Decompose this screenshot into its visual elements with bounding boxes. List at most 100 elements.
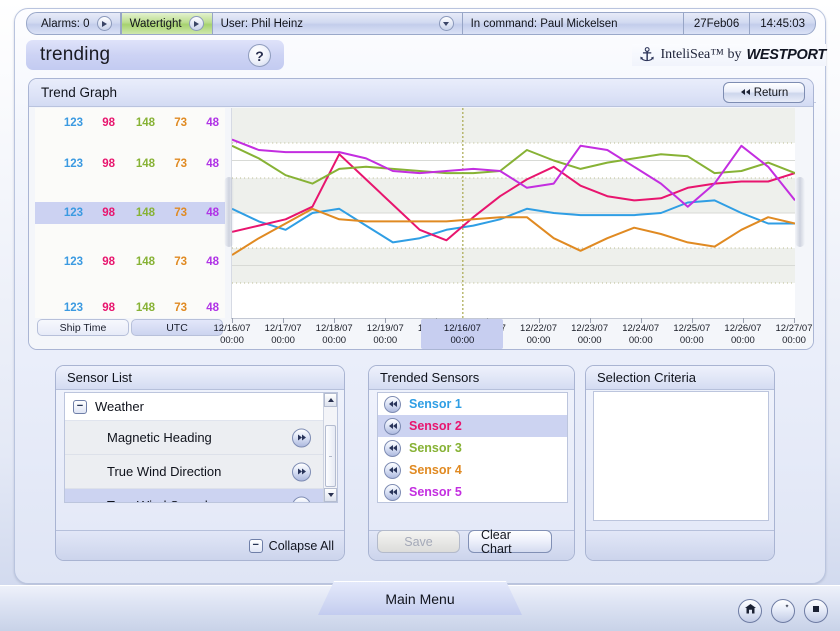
- return-button[interactable]: Return: [723, 82, 805, 103]
- value-sensor-4: 73: [174, 158, 187, 170]
- value-row: 123 98 148 73 48: [35, 112, 225, 134]
- value-sensor-5: 48: [206, 158, 219, 170]
- value-sensor-3: 148: [135, 117, 155, 129]
- value-sensor-3: 148: [135, 302, 155, 314]
- sensor-list-panel: Sensor List − Weather Magnetic Heading T…: [55, 365, 345, 561]
- value-sensor-3: 148: [135, 256, 155, 268]
- collapse-group-icon[interactable]: −: [73, 399, 87, 414]
- plot-area[interactable]: [231, 108, 795, 318]
- trended-sensor-label: Sensor 3: [409, 441, 462, 455]
- clear-chart-button[interactable]: Clear Chart: [468, 527, 552, 556]
- trended-sensors-panel: Trended Sensors Sensor 1 Sensor 2 Sensor…: [368, 365, 575, 561]
- status-bar: Alarms: 0 Watertight User: Phil Heinz In…: [26, 12, 816, 35]
- clear-chart-label: Clear Chart: [481, 527, 512, 556]
- save-button[interactable]: Save: [377, 530, 460, 553]
- selection-criteria-body[interactable]: [593, 391, 769, 521]
- selection-criteria-panel: Selection Criteria: [585, 365, 775, 561]
- value-sensor-3: 148: [135, 158, 155, 170]
- alarms-expand-icon[interactable]: [96, 16, 112, 31]
- collapse-all-icon[interactable]: −: [248, 538, 263, 553]
- stop-button[interactable]: [804, 599, 828, 623]
- add-sensor-icon[interactable]: [292, 428, 311, 447]
- add-sensor-icon[interactable]: [292, 496, 311, 502]
- chart-scroll-left[interactable]: [224, 177, 234, 247]
- watertight-label: Watertight: [129, 17, 182, 30]
- anchor-icon: ⚓: [638, 43, 656, 66]
- user-label: User: Phil Heinz: [220, 17, 304, 30]
- remove-sensor-icon[interactable]: [384, 461, 401, 479]
- value-sensor-5: 48: [206, 117, 219, 129]
- value-sensor-2: 98: [102, 256, 115, 268]
- value-sensor-1: 123: [63, 158, 83, 170]
- value-sensor-1: 123: [63, 256, 83, 268]
- main-menu-button[interactable]: Main Menu: [318, 581, 522, 615]
- add-sensor-icon[interactable]: [292, 462, 311, 481]
- home-icon: [744, 602, 757, 620]
- x-tick-label: 12/27/07 00:00: [775, 323, 813, 346]
- scrollbar-thumb[interactable]: [325, 425, 336, 487]
- trended-sensor-label: Sensor 2: [409, 419, 462, 433]
- remove-sensor-icon[interactable]: [384, 395, 401, 413]
- list-item[interactable]: Magnetic Heading: [65, 421, 337, 455]
- brand-logo: ⚓ InteliSea™ by WESTPORT: [632, 44, 826, 66]
- value-sensor-3: 148: [135, 207, 155, 219]
- sensor-group-label: Weather: [95, 399, 144, 414]
- chart-scroll-right[interactable]: [795, 177, 805, 247]
- home-button[interactable]: [738, 599, 762, 623]
- value-sensor-4: 73: [174, 207, 187, 219]
- ship-time-button[interactable]: Ship Time: [37, 319, 129, 336]
- help-label: ?: [255, 47, 264, 64]
- night-mode-icon: [776, 602, 790, 620]
- list-item[interactable]: Sensor 5: [378, 481, 567, 503]
- value-sensor-4: 73: [174, 256, 187, 268]
- scrollbar-grip: [329, 456, 332, 457]
- watertight-expand-icon[interactable]: [188, 16, 204, 31]
- brand-product-name: InteliSea™ by: [660, 47, 742, 62]
- selection-criteria-title: Selection Criteria: [597, 370, 696, 385]
- utc-label: UTC: [166, 321, 188, 334]
- value-sensor-5: 48: [206, 256, 219, 268]
- page-title-text: trending: [40, 44, 111, 65]
- trend-graph-header: Trend Graph Return: [29, 79, 813, 107]
- night-mode-button[interactable]: [771, 599, 795, 623]
- user-dropdown-icon[interactable]: [438, 16, 454, 31]
- list-item[interactable]: Sensor 3: [378, 437, 567, 459]
- status-date: 27Feb06: [684, 13, 751, 34]
- remove-sensor-icon[interactable]: [384, 417, 401, 435]
- scroll-down-icon[interactable]: [324, 488, 337, 502]
- stop-icon: [810, 602, 822, 620]
- list-item-selected[interactable]: Sensor 2: [378, 415, 567, 437]
- sensor-list-footer: − Collapse All: [56, 530, 344, 560]
- sensor-item-label: Magnetic Heading: [107, 430, 212, 445]
- x-axis-cursor-label[interactable]: 12/16/07 00:00: [421, 319, 504, 349]
- sensor-list-body: − Weather Magnetic Heading True Wind Dir…: [64, 392, 338, 503]
- list-item[interactable]: Sensor 1: [378, 393, 567, 415]
- help-button[interactable]: ?: [248, 44, 271, 67]
- footer-buttons: [738, 599, 828, 623]
- collapse-all-button[interactable]: − Collapse All: [248, 538, 334, 553]
- status-watertight[interactable]: Watertight: [120, 13, 213, 34]
- sensor-group-weather[interactable]: − Weather: [65, 393, 337, 421]
- trended-sensors-title: Trended Sensors: [380, 370, 480, 385]
- brand-company-name: WESTPORT: [746, 47, 826, 63]
- status-alarms[interactable]: Alarms: 0: [27, 13, 121, 34]
- status-user[interactable]: User: Phil Heinz: [213, 13, 463, 34]
- list-item[interactable]: Sensor 4: [378, 459, 567, 481]
- scroll-up-icon[interactable]: [324, 393, 337, 407]
- sensor-list-scrollbar[interactable]: [323, 393, 337, 502]
- value-sensor-2: 98: [102, 302, 115, 314]
- remove-sensor-icon[interactable]: [384, 439, 401, 457]
- value-sensor-2: 98: [102, 117, 115, 129]
- collapse-all-label: Collapse All: [268, 538, 334, 553]
- value-row-selected: 123 98 148 73 48: [35, 202, 225, 224]
- return-arrows-icon: [740, 87, 751, 99]
- trended-sensors-header: Trended Sensors: [369, 366, 574, 390]
- list-item[interactable]: True Wind Direction: [65, 455, 337, 489]
- trend-graph-panel: Trend Graph Return 123 98 148 73 48 123 …: [28, 78, 814, 350]
- list-item-selected[interactable]: True Wind Speed: [65, 489, 337, 502]
- remove-sensor-icon[interactable]: [384, 483, 401, 501]
- sensor-list-header: Sensor List: [56, 366, 344, 390]
- value-sensor-4: 73: [174, 117, 187, 129]
- status-in-command: In command: Paul Mickelsen: [463, 13, 684, 34]
- date-label: 27Feb06: [693, 17, 740, 30]
